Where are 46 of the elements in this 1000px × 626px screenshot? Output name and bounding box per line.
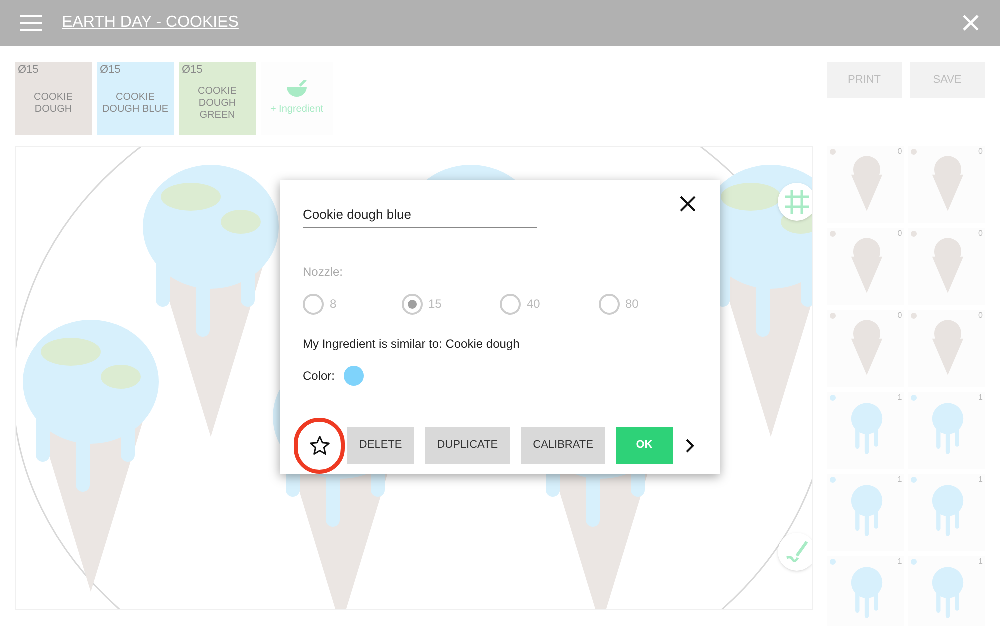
nozzle-size: Ø15 [18, 65, 40, 76]
nozzle-radio[interactable]: 8 [303, 294, 402, 314]
brush-icon [785, 540, 809, 564]
ingredient-card[interactable]: Ø15 COOKIE DOUGH GREEN [179, 62, 256, 135]
close-button[interactable] [678, 194, 698, 214]
nozzle-label: Nozzle: [303, 264, 344, 280]
item-count: 0 [978, 146, 983, 158]
dialog-button[interactable]: CALIBRATE [521, 427, 606, 464]
nozzle-radio[interactable]: 15 [402, 294, 500, 314]
project-title: EARTH DAY - COOKIES [62, 13, 239, 33]
item-count: 1 [978, 556, 983, 568]
color-label: Color: [303, 368, 336, 384]
close-icon[interactable] [962, 14, 980, 32]
similar-text: My Ingredient is similar to: Cookie dough [303, 336, 521, 352]
menu-icon[interactable] [20, 14, 42, 32]
item-count: 0 [898, 146, 902, 158]
item-count: 1 [978, 474, 983, 486]
dialog-button[interactable]: DUPLICATE [425, 427, 510, 464]
nozzle-radio[interactable]: 40 [500, 294, 598, 314]
item-count: 0 [898, 228, 902, 240]
item-count: 0 [978, 310, 983, 322]
brush-button[interactable] [778, 533, 812, 571]
chevron-right-icon [684, 438, 695, 454]
dialog-button[interactable]: DELETE [347, 427, 414, 464]
bowl-icon [286, 80, 308, 98]
item-count: 1 [898, 474, 902, 486]
close-icon [680, 196, 696, 212]
nozzle-size: Ø15 [182, 65, 204, 76]
color-swatch[interactable] [344, 366, 364, 386]
item-count: 0 [978, 228, 983, 240]
ingredient-card[interactable]: Ø15 COOKIE DOUGH BLUE [97, 62, 174, 135]
ingredient-name: COOKIE DOUGH GREEN [197, 85, 238, 123]
star-icon [308, 434, 331, 456]
nozzle-size: Ø15 [100, 65, 122, 76]
ingredient-name: COOKIE DOUGH BLUE [101, 91, 170, 117]
ok-button[interactable]: OK [616, 427, 673, 464]
favorite-button[interactable] [294, 418, 346, 474]
nozzle-radio[interactable]: 80 [598, 294, 697, 314]
item-count: 1 [898, 556, 902, 568]
item-count: 1 [978, 392, 983, 404]
ingredient-name: COOKIE DOUGH [33, 91, 74, 117]
item-count: 1 [898, 392, 902, 404]
item-count: 0 [898, 310, 902, 322]
grid-icon [784, 189, 810, 215]
ingredient-card[interactable]: Ø15 COOKIE DOUGH [15, 62, 92, 135]
name-field[interactable]: Cookie dough blue [303, 205, 537, 228]
